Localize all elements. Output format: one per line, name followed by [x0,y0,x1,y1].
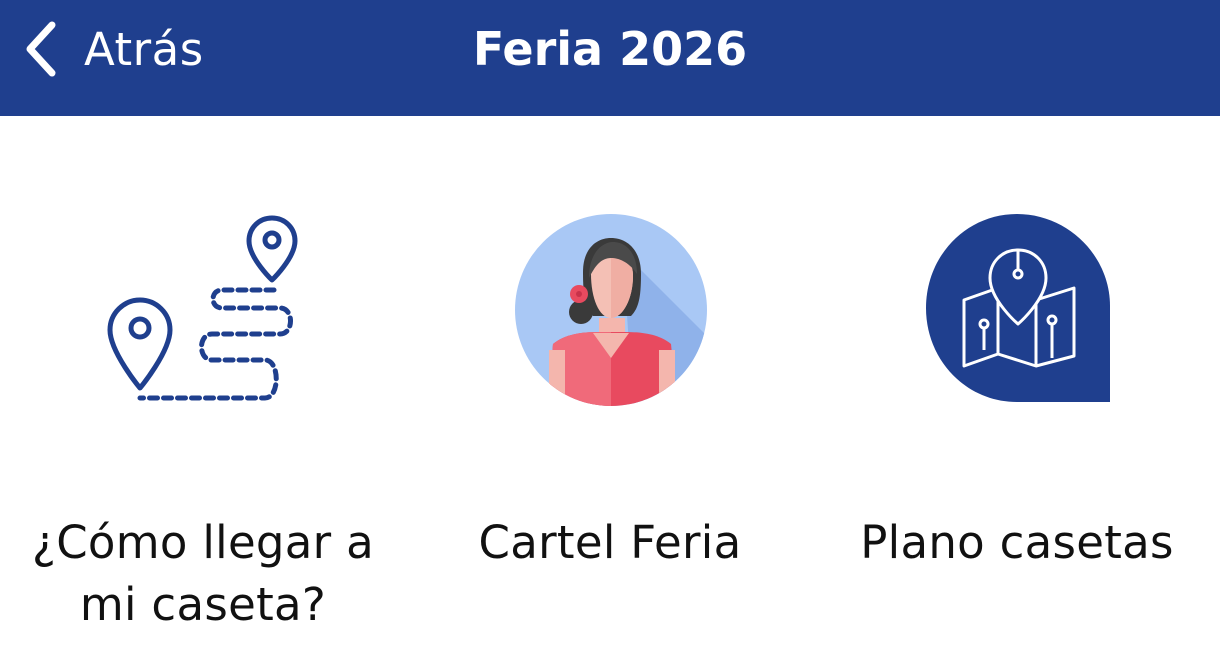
tile-cartel-feria[interactable]: Cartel Feria [406,116,814,660]
menu-grid: ¿Cómo llegar a mi caseta? Cartel Feria P… [0,116,1220,660]
flamenca-avatar-icon [515,214,707,406]
tile-plano-casetas[interactable]: Plano casetas [814,116,1220,660]
tile-icon-wrap [406,212,814,412]
route-map-icon [107,215,298,401]
tile-icon-wrap [0,212,406,412]
tile-icon-wrap [814,212,1220,412]
tile-label: Cartel Feria [406,512,814,574]
tile-label-line: mi caseta? [79,578,327,631]
tile-label-line: ¿Cómo llegar a [32,516,374,569]
page-title: Feria 2026 [472,22,748,76]
map-pin-icon [926,214,1110,402]
tile-label: ¿Cómo llegar a mi caseta? [0,512,406,636]
tile-how-to-get-to-caseta[interactable]: ¿Cómo llegar a mi caseta? [0,116,406,660]
tile-label: Plano casetas [814,512,1220,574]
tile-label-line: Cartel Feria [478,516,742,569]
app-header: Atrás Feria 2026 [0,0,1220,116]
tile-label-line: Plano casetas [860,516,1174,569]
